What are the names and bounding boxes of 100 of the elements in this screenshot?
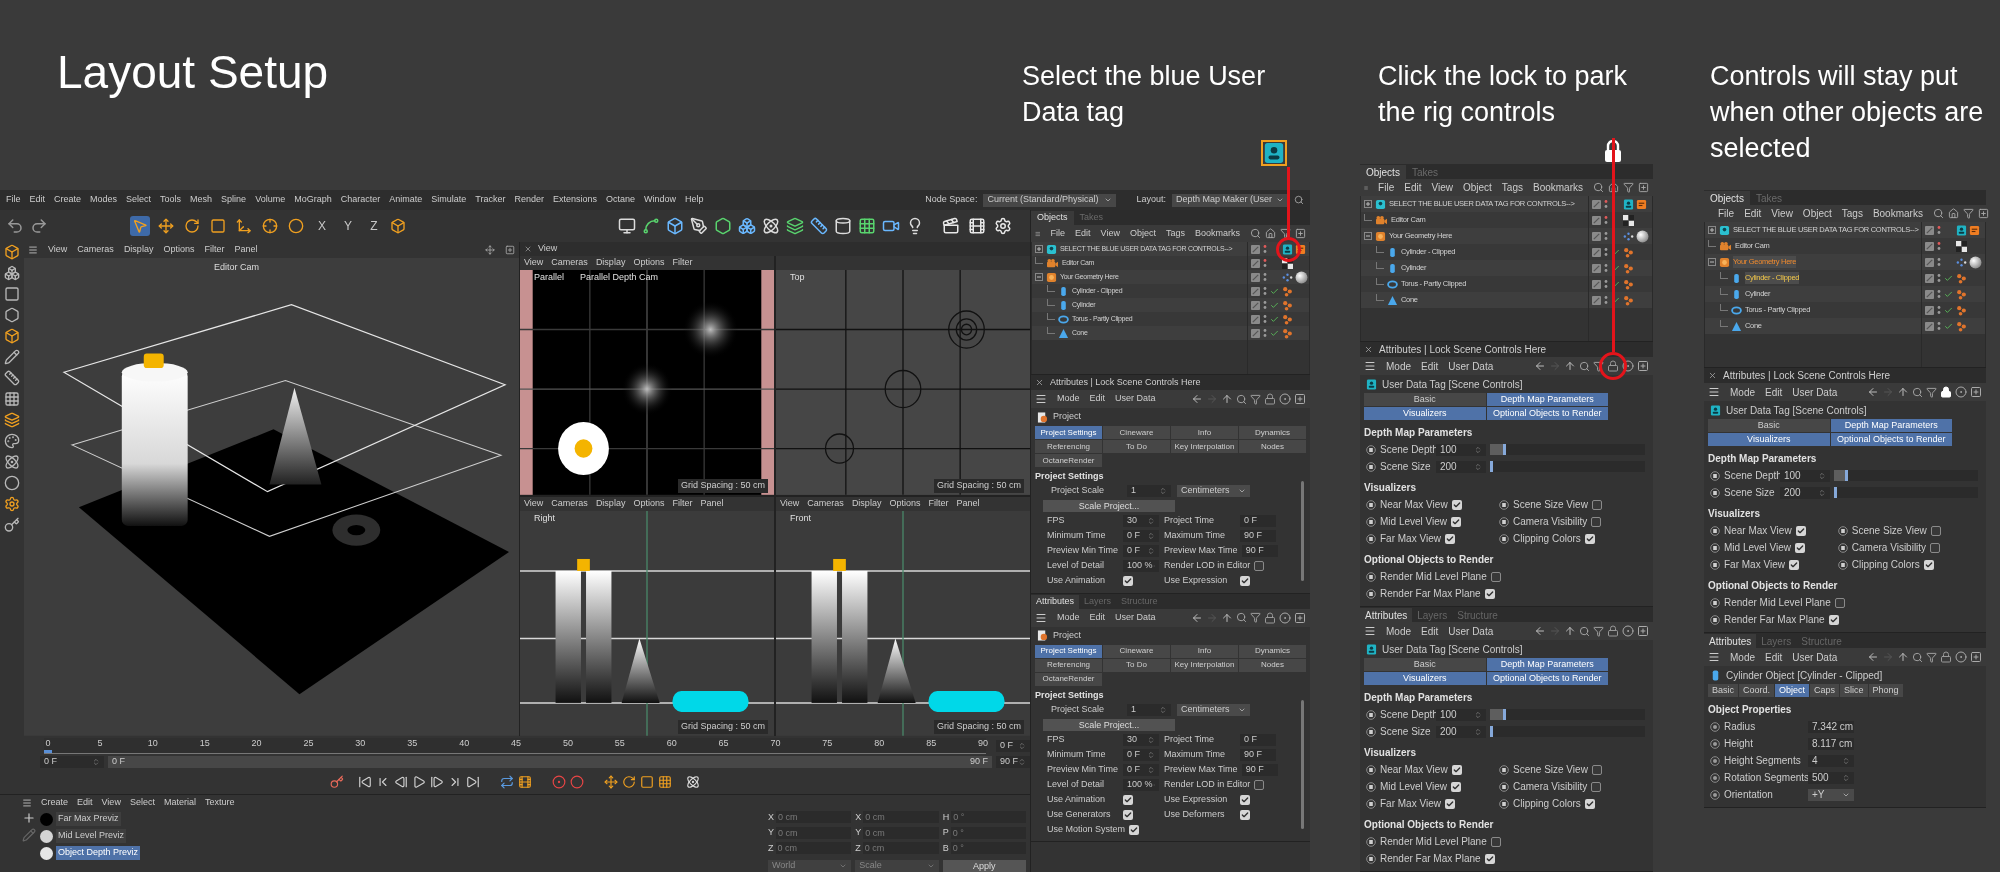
menu-item[interactable]: Edit	[1744, 206, 1762, 221]
keyframe-icon[interactable]	[1366, 709, 1376, 720]
cube-icon[interactable]	[390, 217, 406, 234]
page-tab[interactable]: Nodes	[1239, 440, 1306, 453]
user-data-tag-icon[interactable]	[1263, 142, 1285, 164]
menu-item[interactable]: Modes	[90, 193, 118, 207]
slider-fill[interactable]	[1490, 726, 1493, 737]
slider-track[interactable]	[1490, 461, 1645, 472]
tool-icon[interactable]	[4, 390, 20, 407]
up-arrow-icon[interactable]	[1564, 360, 1576, 372]
search-icon[interactable]	[1579, 360, 1590, 372]
menu-item[interactable]: File	[1718, 206, 1735, 221]
menu-icon[interactable]	[1364, 360, 1376, 372]
apply-button[interactable]: Apply	[942, 860, 1026, 872]
page-tab[interactable]: Basic	[1364, 658, 1486, 671]
checkbox[interactable]	[1129, 824, 1140, 835]
number-field[interactable]: 0 F	[1123, 763, 1159, 776]
move-key-icon[interactable]	[604, 774, 618, 789]
menu-item[interactable]: Filter	[204, 243, 225, 257]
page-tab[interactable]: Depth Map Parameters	[1830, 419, 1952, 432]
tool-icon[interactable]	[4, 348, 20, 365]
menu-item[interactable]: Filter	[928, 497, 949, 511]
visibility-toggle[interactable]	[1592, 215, 1601, 225]
menu-icon[interactable]	[1035, 393, 1047, 405]
checkbox[interactable]	[1240, 794, 1251, 805]
back-arrow-icon[interactable]	[1191, 393, 1203, 405]
close-icon[interactable]	[1708, 371, 1717, 380]
checkbox[interactable]	[1795, 542, 1806, 553]
status-dots-icon[interactable]	[1937, 225, 1941, 235]
menu-item[interactable]: Edit	[1089, 392, 1106, 406]
scrollbar[interactable]	[1301, 699, 1304, 829]
menu-item[interactable]: Options	[889, 497, 921, 511]
molecule-tag-icon[interactable]	[1956, 304, 1967, 316]
visibility-toggle[interactable]	[1925, 257, 1934, 267]
page-tab[interactable]: Referencing	[1035, 658, 1102, 672]
page-tab[interactable]: Visualizers	[1364, 672, 1486, 685]
note-tag-icon[interactable]	[1295, 243, 1306, 255]
tool-icon[interactable]	[4, 306, 20, 323]
visibility-toggle[interactable]	[1925, 225, 1934, 235]
menu-item[interactable]: Mode	[1386, 358, 1411, 374]
back-arrow-icon[interactable]	[1191, 611, 1203, 624]
number-field[interactable]: 100 %	[1123, 778, 1159, 791]
visibility-toggle[interactable]	[1592, 199, 1601, 209]
menu-item[interactable]: Texture	[204, 795, 235, 810]
menu-item[interactable]: Panel	[700, 497, 724, 511]
molecule-tag-icon[interactable]	[1623, 278, 1634, 290]
menu-item[interactable]: Edit	[1765, 649, 1783, 665]
number-field[interactable]: 30	[1123, 515, 1159, 527]
keyframe-icon[interactable]	[1499, 533, 1509, 544]
menu-item[interactable]: Edit	[1765, 384, 1783, 400]
number-field[interactable]: 0 F	[996, 739, 1030, 752]
circle-tool-icon[interactable]	[288, 217, 304, 234]
hexagon-icon[interactable]	[714, 216, 732, 235]
molecule-tag-icon[interactable]	[1282, 327, 1293, 339]
number-field[interactable]: 1	[1127, 485, 1171, 497]
tool-icon[interactable]	[4, 327, 20, 344]
checkbox[interactable]	[1451, 499, 1462, 510]
menu-item[interactable]: Mode	[1730, 384, 1755, 400]
menu-item[interactable]: File	[6, 193, 21, 207]
visibility-toggle[interactable]	[1925, 273, 1934, 283]
menu-item[interactable]: User Data	[1792, 649, 1838, 665]
number-field[interactable]: 90 F	[1241, 763, 1278, 776]
menu-item[interactable]: Select	[126, 193, 152, 207]
tool-icon[interactable]	[4, 432, 20, 449]
sphere-tag-icon[interactable]	[1636, 229, 1649, 243]
keyframe-icon[interactable]	[1710, 614, 1720, 625]
new-panel-icon[interactable]	[1977, 208, 1989, 219]
visibility-toggle[interactable]	[1925, 321, 1934, 331]
new-panel-icon[interactable]	[1295, 228, 1306, 239]
maximize-icon[interactable]	[505, 244, 515, 255]
menu-item[interactable]: Select	[129, 795, 155, 810]
menu-item[interactable]: User Data	[1448, 623, 1494, 639]
menu-item[interactable]: Tools	[160, 193, 182, 207]
keyframe-icon[interactable]	[1499, 764, 1509, 775]
panel-tab[interactable]: Objects	[1360, 165, 1406, 179]
menu-item[interactable]: Octane	[606, 193, 636, 207]
menu-item[interactable]: Cameras	[807, 497, 844, 511]
expand-toggle[interactable]	[1708, 258, 1716, 266]
page-tab[interactable]: Coord.	[1739, 684, 1775, 697]
animation-radio-icon[interactable]	[1710, 721, 1720, 732]
search-icon[interactable]	[1912, 651, 1923, 663]
menu-item[interactable]: Filter	[672, 497, 693, 511]
molecule-tag-icon[interactable]	[1282, 299, 1293, 311]
keyframe-icon[interactable]	[1499, 781, 1509, 792]
menu-item[interactable]: Bookmarks	[1195, 226, 1240, 241]
redo-icon[interactable]	[30, 216, 48, 235]
visibility-toggle[interactable]	[1251, 328, 1260, 338]
visibility-toggle[interactable]	[1251, 300, 1260, 310]
visibility-toggle[interactable]	[1251, 314, 1260, 324]
filter-icon[interactable]	[1926, 651, 1937, 663]
status-dots-icon[interactable]	[1604, 215, 1608, 225]
tool-icon[interactable]	[4, 369, 20, 386]
checkbox[interactable]	[1240, 809, 1251, 820]
checkbox[interactable]	[1444, 798, 1455, 809]
keyframe-icon[interactable]	[1710, 597, 1720, 608]
slider-track[interactable]	[1490, 444, 1645, 455]
keyframe-icon[interactable]	[1366, 461, 1376, 472]
page-tab[interactable]: Slice	[1840, 684, 1868, 697]
grid-icon[interactable]	[858, 216, 876, 235]
menu-item[interactable]: Tracker	[475, 193, 506, 207]
